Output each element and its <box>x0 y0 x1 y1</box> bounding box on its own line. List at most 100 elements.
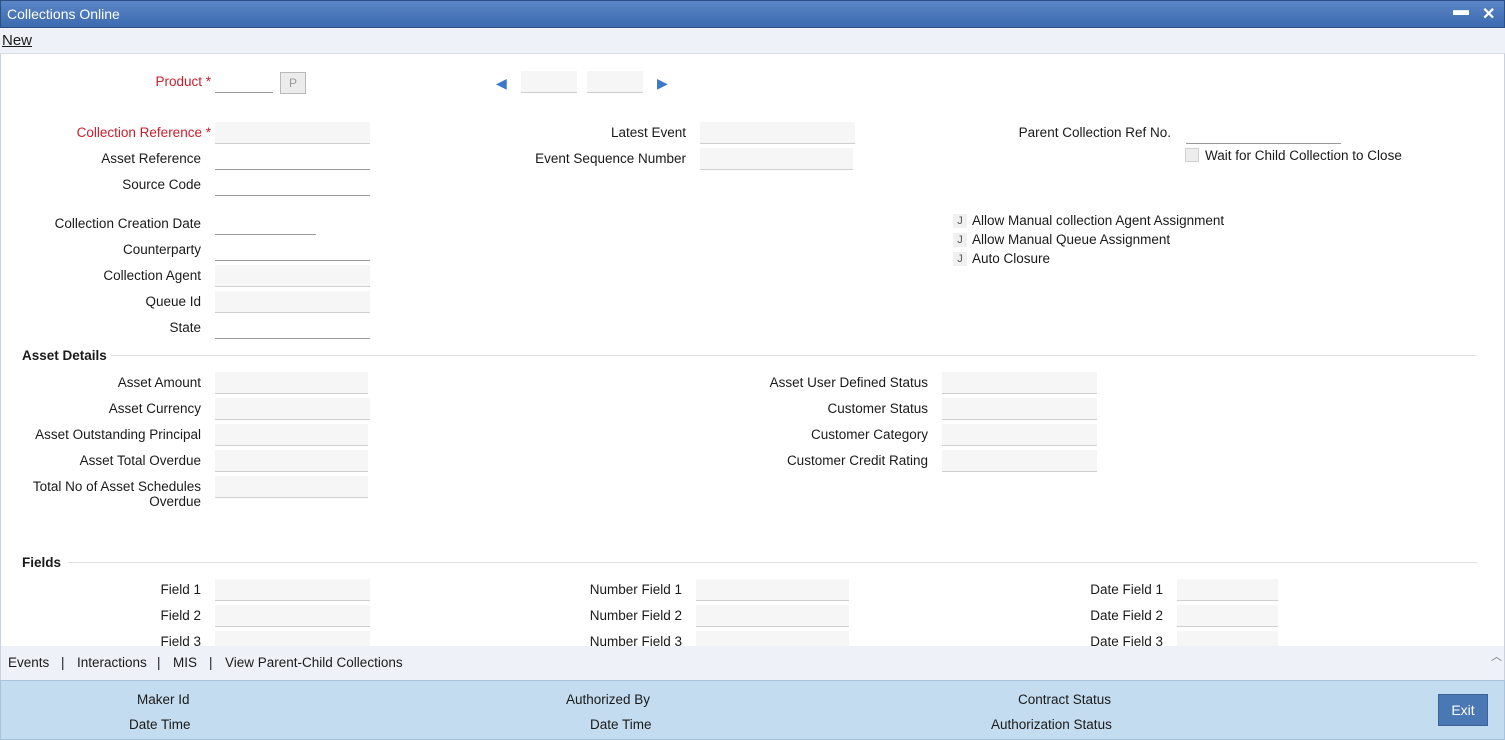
customer-status-label: Customer Status <box>827 401 928 416</box>
creation-date-label: Collection Creation Date <box>54 216 201 231</box>
asset-amount-label: Asset Amount <box>117 375 201 390</box>
subsystem-tabs: Events | Interactions | MIS | View Paren… <box>0 646 1505 680</box>
source-code-label: Source Code <box>122 177 201 192</box>
customer-category-input[interactable] <box>942 424 1097 446</box>
previous-arrow-icon[interactable]: ◀ <box>496 75 507 92</box>
nav-field-1[interactable] <box>521 71 577 93</box>
number-field2-input[interactable] <box>696 605 849 627</box>
tab-events[interactable]: Events <box>8 655 49 670</box>
auto-closure-checkbox[interactable]: J <box>953 252 967 266</box>
collection-agent-input[interactable] <box>215 265 370 287</box>
total-schedules-input[interactable] <box>215 476 368 498</box>
exit-button[interactable]: Exit <box>1438 694 1488 726</box>
counterparty-label: Counterparty <box>122 242 201 257</box>
asset-outstanding-label: Asset Outstanding Principal <box>35 427 201 442</box>
main-form: Product * P ◀ ▶ Collection Reference * A… <box>0 54 1505 646</box>
maker-id-label: Maker Id <box>137 692 190 707</box>
authorized-by-label: Authorized By <box>566 692 651 707</box>
parent-ref-label: Parent Collection Ref No. <box>1018 125 1171 140</box>
product-label: Product * <box>155 74 211 89</box>
auth-date-time-label: Date Time <box>590 717 652 732</box>
total-schedules-label: Total No of Asset Schedules Overdue <box>32 479 201 509</box>
product-lookup-button[interactable]: P <box>280 72 306 94</box>
number-field1-input[interactable] <box>696 579 849 601</box>
latest-event-input[interactable] <box>700 122 855 144</box>
fields-title: Fields <box>22 555 62 570</box>
state-label: State <box>169 320 201 335</box>
field3-label: Field 3 <box>160 634 201 646</box>
wait-child-checkbox[interactable] <box>1185 148 1199 162</box>
menu-bar: New <box>0 28 1505 54</box>
date-field3-input[interactable] <box>1177 631 1278 646</box>
customer-credit-label: Customer Credit Rating <box>786 453 928 468</box>
allow-manual-agent-checkbox[interactable]: J <box>953 214 967 228</box>
field2-label: Field 2 <box>160 608 201 623</box>
allow-manual-queue-checkbox[interactable]: J <box>953 233 967 247</box>
close-icon[interactable]: ✕ <box>1482 4 1495 24</box>
customer-status-input[interactable] <box>942 398 1097 420</box>
asset-reference-input[interactable] <box>215 148 370 170</box>
creation-date-input[interactable] <box>215 213 316 235</box>
asset-outstanding-input[interactable] <box>215 424 368 446</box>
asset-reference-label: Asset Reference <box>101 151 201 166</box>
asset-currency-label: Asset Currency <box>108 401 201 416</box>
queue-id-label: Queue Id <box>145 294 201 309</box>
field3-input[interactable] <box>215 631 370 646</box>
number-field3-input[interactable] <box>696 631 849 646</box>
date-field2-input[interactable] <box>1177 605 1278 627</box>
event-sequence-label: Event Sequence Number <box>535 151 686 166</box>
allow-manual-queue-label: Allow Manual Queue Assignment <box>972 232 1171 247</box>
customer-credit-input[interactable] <box>942 450 1097 472</box>
parent-ref-input[interactable] <box>1186 122 1341 144</box>
latest-event-label: Latest Event <box>610 125 686 140</box>
asset-total-overdue-label: Asset Total Overdue <box>79 453 201 468</box>
queue-id-input[interactable] <box>215 291 370 313</box>
user-defined-status-input[interactable] <box>942 372 1097 394</box>
next-arrow-icon[interactable]: ▶ <box>657 75 668 92</box>
number-field2-label: Number Field 2 <box>589 608 682 623</box>
collection-reference-label: Collection Reference * <box>76 125 211 140</box>
event-sequence-input[interactable] <box>700 148 853 170</box>
scroll-up-icon[interactable]: ︿ <box>1491 648 1502 664</box>
collection-agent-label: Collection Agent <box>103 268 201 283</box>
date-field2-label: Date Field 2 <box>1090 608 1163 623</box>
new-menu-item[interactable]: New <box>2 32 32 49</box>
asset-currency-input[interactable] <box>215 398 370 420</box>
audit-footer: Maker Id Date Time Authorized By Date Ti… <box>0 680 1505 740</box>
field1-label: Field 1 <box>160 582 201 597</box>
tab-separator: | <box>157 655 161 670</box>
tab-separator: | <box>61 655 65 670</box>
tab-mis[interactable]: MIS <box>173 655 197 670</box>
window-title: Collections Online <box>7 6 120 22</box>
date-field1-input[interactable] <box>1177 579 1278 601</box>
product-input[interactable] <box>215 71 273 93</box>
minimize-icon[interactable]: ▬ <box>1453 2 1469 20</box>
state-input[interactable] <box>215 317 370 339</box>
counterparty-input[interactable] <box>215 239 370 261</box>
maker-date-time-label: Date Time <box>129 717 191 732</box>
tab-view-parent-child[interactable]: View Parent-Child Collections <box>225 655 403 670</box>
wait-child-label: Wait for Child Collection to Close <box>1205 148 1402 163</box>
asset-amount-input[interactable] <box>215 372 368 394</box>
asset-details-divider <box>111 355 1477 356</box>
fields-divider <box>68 562 1477 563</box>
collection-reference-input[interactable] <box>215 122 370 144</box>
window-titlebar: Collections Online ▬ ✕ <box>0 0 1505 28</box>
asset-details-title: Asset Details <box>22 348 107 363</box>
contract-status-label: Contract Status <box>1018 692 1112 707</box>
date-field1-label: Date Field 1 <box>1090 582 1163 597</box>
field1-input[interactable] <box>215 579 370 601</box>
field2-input[interactable] <box>215 605 370 627</box>
number-field3-label: Number Field 3 <box>589 634 682 646</box>
number-field1-label: Number Field 1 <box>589 582 682 597</box>
asset-total-overdue-input[interactable] <box>215 450 368 472</box>
user-defined-status-label: Asset User Defined Status <box>769 375 928 390</box>
date-field3-label: Date Field 3 <box>1090 634 1163 646</box>
nav-field-2[interactable] <box>587 71 643 93</box>
tab-separator: | <box>209 655 213 670</box>
allow-manual-agent-label: Allow Manual collection Agent Assignment <box>972 213 1225 228</box>
auto-closure-label: Auto Closure <box>972 251 1051 266</box>
tab-interactions[interactable]: Interactions <box>77 655 147 670</box>
source-code-input[interactable] <box>215 174 370 196</box>
customer-category-label: Customer Category <box>810 427 928 442</box>
